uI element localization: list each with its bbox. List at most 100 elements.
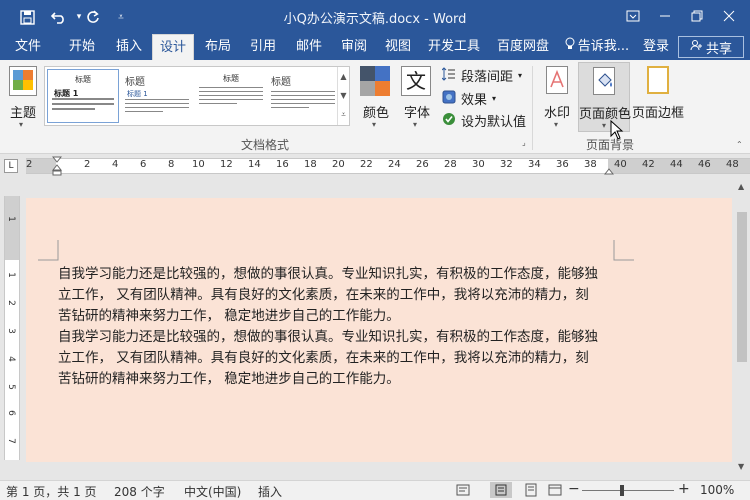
colors-dropdown-icon: ▾ bbox=[372, 120, 377, 129]
paragraph-spacing-dropdown-icon: ▾ bbox=[518, 71, 523, 80]
read-mode-active-icon[interactable] bbox=[490, 482, 512, 498]
gallery-more-icon[interactable]: ⩡ bbox=[341, 110, 346, 120]
minimize-icon[interactable] bbox=[652, 4, 678, 28]
restore-icon[interactable] bbox=[684, 4, 710, 28]
ruler-number: 48 bbox=[726, 159, 739, 170]
document-line: 自我学习能力还是比较强的，想做的事很认真。专业知识扎实，有积极的工作态度，能够独 bbox=[58, 266, 598, 282]
set-as-default-button[interactable]: 设为默认值 bbox=[442, 111, 526, 130]
page-borders-button[interactable]: 页面边框 bbox=[632, 64, 684, 130]
gallery-scroll[interactable]: ▲ ▼ ⩡ bbox=[337, 67, 349, 125]
tab-layout[interactable]: 布局 bbox=[198, 34, 238, 60]
vruler-number: 1 bbox=[5, 216, 16, 222]
vertical-ruler[interactable]: 1 1 2 3 4 5 6 7 bbox=[4, 196, 20, 460]
vertical-scrollbar[interactable]: ▲ ▼ bbox=[734, 178, 750, 476]
insert-mode[interactable]: 插入 bbox=[258, 483, 282, 500]
page-count[interactable]: 第 1 页，共 1 页 bbox=[6, 483, 97, 500]
vruler-number: 2 bbox=[5, 300, 16, 306]
scrollbar-thumb[interactable] bbox=[737, 212, 747, 362]
tab-insert[interactable]: 插入 bbox=[108, 34, 150, 60]
paragraph-spacing-label: 段落间距 bbox=[461, 70, 514, 85]
ruler-number: 22 bbox=[360, 159, 373, 170]
scroll-up-icon[interactable]: ▲ bbox=[738, 182, 744, 191]
ruler-number: 20 bbox=[332, 159, 345, 170]
page-color-dropdown-icon: ▾ bbox=[602, 121, 607, 130]
zoom-slider[interactable] bbox=[582, 490, 674, 491]
page-color-icon bbox=[593, 67, 615, 95]
tell-me-box[interactable]: 告诉我... bbox=[562, 34, 632, 60]
document-body[interactable]: 自我学习能力还是比较强的，想做的事很认真。专业知识扎实，有积极的工作态度，能够独… bbox=[58, 264, 618, 390]
person-icon bbox=[690, 39, 702, 55]
ruler-number: 44 bbox=[670, 159, 683, 170]
word-count[interactable]: 208 个字 bbox=[114, 483, 165, 500]
tab-developer[interactable]: 开发工具 bbox=[424, 34, 484, 60]
zoom-level[interactable]: 100% bbox=[700, 483, 734, 497]
tab-baidu-netdisk[interactable]: 百度网盘 bbox=[490, 34, 556, 60]
close-icon[interactable] bbox=[716, 4, 742, 28]
web-layout-icon[interactable] bbox=[548, 483, 562, 500]
macro-record-icon[interactable] bbox=[456, 483, 470, 500]
horizontal-ruler[interactable]: L 2 2 4 6 8 10 12 14 16 18 20 22 24 26 2… bbox=[0, 154, 750, 178]
zoom-slider-thumb[interactable] bbox=[620, 485, 624, 496]
ruler-number: 14 bbox=[248, 159, 261, 170]
watermark-label: 水印 bbox=[543, 106, 570, 121]
login-link[interactable]: 登录 bbox=[638, 34, 674, 60]
zoom-out-button[interactable]: − bbox=[568, 481, 580, 497]
ruler-number: 2 bbox=[26, 159, 33, 170]
ruler-number: 36 bbox=[556, 159, 569, 170]
tab-selector-icon[interactable]: L bbox=[4, 159, 18, 173]
ruler-number: 2 bbox=[84, 159, 91, 170]
language-indicator[interactable]: 中文(中国) bbox=[184, 483, 241, 500]
tab-references[interactable]: 引用 bbox=[242, 34, 284, 60]
tab-file[interactable]: 文件 bbox=[6, 34, 50, 60]
tab-mailings[interactable]: 邮件 bbox=[288, 34, 330, 60]
paragraph-spacing-button[interactable]: 段落间距 ▾ bbox=[441, 66, 523, 85]
tab-design[interactable]: 设计 bbox=[152, 34, 194, 60]
document-page[interactable]: 自我学习能力还是比较强的，想做的事很认真。专业知识扎实，有积极的工作态度，能够独… bbox=[26, 198, 732, 462]
ruler-number: 32 bbox=[500, 159, 513, 170]
effects-dropdown-icon: ▾ bbox=[492, 94, 497, 103]
status-bar: 第 1 页，共 1 页 208 个字 中文(中国) 插入 − + 100% bbox=[0, 480, 750, 500]
document-line: 立工作， 又有团队精神。具有良好的文化素质，在未来的工作中，我将以充沛的精力，刻 bbox=[58, 287, 589, 303]
fonts-button[interactable]: 文 字体 ▾ bbox=[398, 64, 436, 130]
document-formatting-group-label: 文档格式 bbox=[240, 138, 289, 152]
gallery-down-icon[interactable]: ▼ bbox=[340, 91, 346, 100]
document-formatting-launcher-icon[interactable]: ⌟ bbox=[522, 138, 526, 147]
page-borders-label: 页面边框 bbox=[632, 106, 685, 121]
colors-button[interactable]: 颜色 ▾ bbox=[358, 64, 394, 130]
ruler-number: 46 bbox=[698, 159, 711, 170]
themes-button[interactable]: 主题 ▾ bbox=[6, 64, 40, 130]
group-separator bbox=[532, 66, 533, 150]
document-line: 苦钻研的精神来努力工作， 稳定地进步自己的工作能力。 bbox=[58, 308, 400, 324]
style-set-thumb-4[interactable]: 标题 bbox=[267, 69, 339, 123]
ruler-number: 34 bbox=[528, 159, 541, 170]
ruler-number: 28 bbox=[444, 159, 457, 170]
tab-home[interactable]: 开始 bbox=[60, 34, 104, 60]
print-layout-icon[interactable] bbox=[524, 483, 538, 500]
style-set-thumb-3[interactable]: 标题 bbox=[195, 69, 267, 123]
watermark-button[interactable]: 水印 ▾ bbox=[540, 64, 574, 130]
gallery-up-icon[interactable]: ▲ bbox=[340, 72, 346, 81]
checkmark-icon bbox=[442, 112, 456, 130]
scroll-down-icon[interactable]: ▼ bbox=[738, 462, 744, 471]
style-set-gallery[interactable]: 标题 标题 1 标题 标题 1 标题 标题 ▲ ▼ ⩡ bbox=[44, 66, 350, 126]
zoom-in-button[interactable]: + bbox=[678, 481, 690, 497]
tab-view[interactable]: 视图 bbox=[378, 34, 418, 60]
vruler-number: 5 bbox=[5, 384, 16, 390]
right-indent-icon[interactable] bbox=[603, 164, 615, 178]
document-line: 苦钻研的精神来努力工作， 稳定地进步自己的工作能力。 bbox=[58, 371, 400, 387]
page-borders-icon bbox=[647, 66, 669, 94]
collapse-ribbon-icon[interactable]: ⌃ bbox=[736, 140, 743, 149]
share-button[interactable]: 共享 bbox=[678, 36, 744, 58]
vertical-ruler-top-margin bbox=[5, 196, 19, 260]
ribbon-display-options-icon[interactable] bbox=[620, 4, 646, 28]
ruler-number: 8 bbox=[168, 159, 175, 170]
effects-button[interactable]: 效果 ▾ bbox=[442, 89, 496, 108]
crop-mark-top-left bbox=[38, 240, 59, 261]
style-set-thumb-2[interactable]: 标题 标题 1 bbox=[121, 69, 193, 123]
fonts-icon: 文 bbox=[401, 66, 431, 96]
tab-review[interactable]: 审阅 bbox=[334, 34, 374, 60]
vruler-number: 7 bbox=[5, 438, 16, 444]
ruler-number: 40 bbox=[614, 159, 627, 170]
style-set-thumb-1[interactable]: 标题 标题 1 bbox=[47, 69, 119, 123]
first-line-indent-icon[interactable] bbox=[51, 156, 63, 179]
